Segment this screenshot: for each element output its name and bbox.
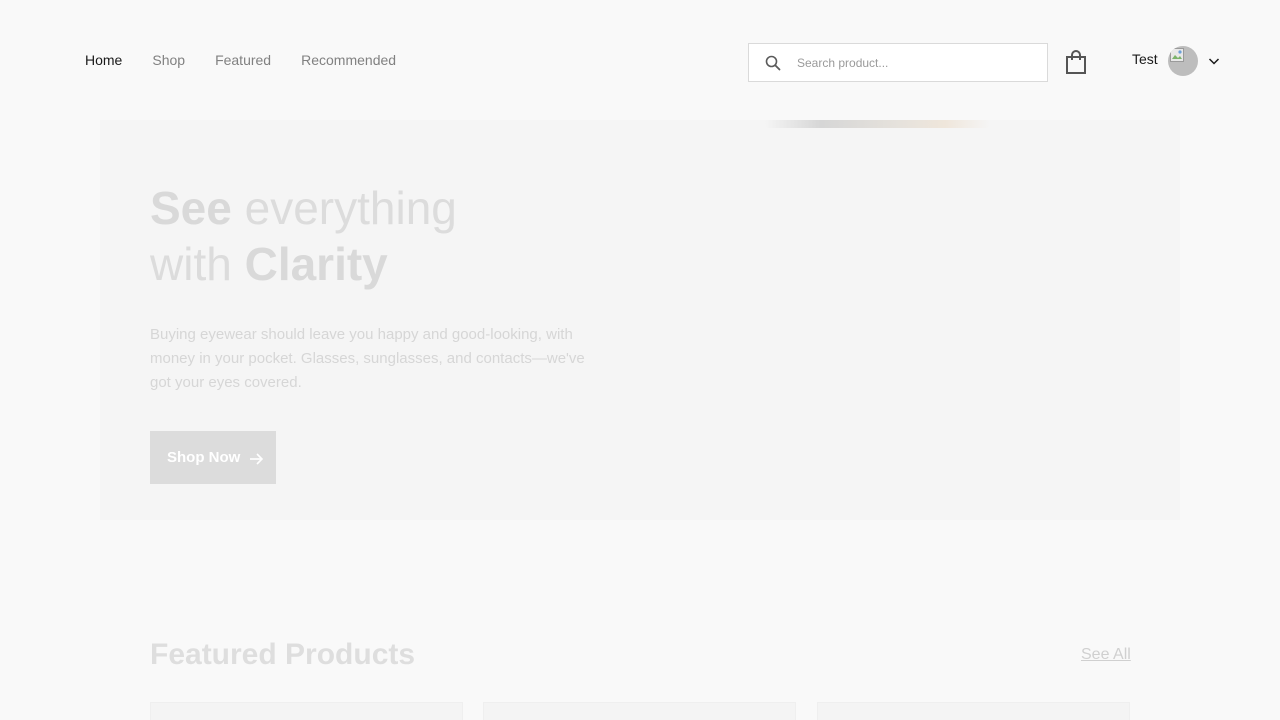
broken-image-icon bbox=[1169, 48, 1184, 62]
shopping-bag-icon[interactable] bbox=[1065, 49, 1087, 75]
search-icon bbox=[765, 55, 781, 71]
banner-image bbox=[765, 120, 990, 128]
search-box[interactable] bbox=[748, 43, 1048, 82]
banner-title-clarity: Clarity bbox=[244, 238, 388, 290]
chevron-down-icon[interactable] bbox=[1208, 55, 1220, 67]
nav-link-shop[interactable]: Shop bbox=[152, 51, 185, 69]
banner-title: See everything with Clarity bbox=[150, 180, 650, 292]
see-all-link[interactable]: See All bbox=[1081, 646, 1131, 664]
avatar bbox=[1167, 46, 1198, 76]
navbar: Home Shop Featured Recommended Test bbox=[0, 0, 1280, 120]
product-card[interactable] bbox=[817, 702, 1130, 720]
nav-links: Home Shop Featured Recommended bbox=[85, 51, 396, 69]
product-card[interactable] bbox=[483, 702, 796, 720]
banner-title-everything: everything bbox=[231, 182, 457, 234]
nav-link-home[interactable]: Home bbox=[85, 51, 122, 69]
search-input[interactable] bbox=[797, 44, 1037, 81]
user-name: Test bbox=[1132, 51, 1158, 67]
nav-link-featured[interactable]: Featured bbox=[215, 51, 271, 69]
banner-title-see: See bbox=[150, 182, 232, 234]
banner-description: Buying eyewear should leave you happy an… bbox=[150, 326, 585, 391]
nav-link-recommended[interactable]: Recommended bbox=[301, 51, 396, 69]
page: Home Shop Featured Recommended Test bbox=[0, 0, 1280, 720]
product-card[interactable] bbox=[150, 702, 463, 720]
hero-banner: See everything with Clarity Buying eyewe… bbox=[100, 120, 1180, 520]
featured-products-title: Featured Products bbox=[150, 638, 416, 671]
shop-now-button[interactable]: Shop Now bbox=[150, 431, 276, 484]
arrow-right-icon bbox=[250, 453, 264, 465]
shop-now-label: Shop Now bbox=[167, 449, 241, 466]
user-menu[interactable]: Test bbox=[1132, 44, 1220, 78]
banner-title-with: with bbox=[150, 238, 245, 290]
